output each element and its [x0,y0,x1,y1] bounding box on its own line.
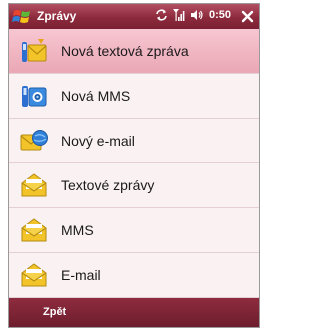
back-softkey[interactable]: Zpět [43,306,66,318]
mms-folder-icon [19,215,49,245]
menu-item-label: E-mail [61,266,101,283]
menu-item-new-mms[interactable]: Nová MMS [9,73,259,119]
softkey-bar: Zpět [9,298,259,327]
menu-item-new-email[interactable]: Nový e-mail [9,118,259,164]
menu-item-sms-folder[interactable]: Textové zprávy [9,163,259,209]
menu-item-email-folder[interactable]: E-mail [9,252,259,298]
new-email-icon [19,126,49,156]
phone-screen: Zprávy 0:50 Nová textová zpráva Nová MMS… [8,3,260,328]
menu-item-label: MMS [61,222,94,239]
new-sms-icon [19,36,49,66]
messaging-menu: Nová textová zpráva Nová MMS Nový e-mail… [9,29,259,298]
menu-item-label: Nová MMS [61,87,131,104]
email-folder-icon [19,260,49,290]
menu-item-mms-folder[interactable]: MMS [9,208,259,253]
title-bar: Zprávy 0:50 [9,4,259,29]
windows-start-icon[interactable] [12,7,32,26]
close-icon[interactable] [239,8,256,25]
menu-item-label: Nová textová zpráva [61,43,189,59]
menu-item-label: Textové zprávy [61,177,155,194]
signal-icon[interactable] [172,8,185,21]
new-mms-icon [19,81,49,111]
menu-item-label: Nový e-mail [61,132,135,149]
sync-icon[interactable] [155,8,168,21]
status-area: 0:50 [155,8,231,21]
clock[interactable]: 0:50 [209,9,231,21]
app-title: Zprávy [37,9,77,23]
sms-folder-icon [19,170,49,200]
menu-item-new-sms[interactable]: Nová textová zpráva [9,29,259,74]
speaker-icon[interactable] [190,9,203,21]
